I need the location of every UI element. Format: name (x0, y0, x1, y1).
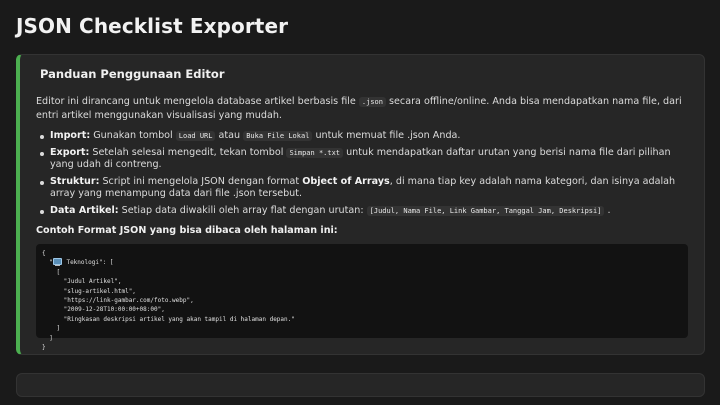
load-url-code: Load URL (175, 131, 216, 141)
code-line: ] (42, 325, 61, 333)
feature-label: Export: (50, 146, 90, 158)
feature-label: Import: (50, 130, 91, 141)
feature-label: Struktur: (50, 175, 100, 187)
feature-text: Gunakan tombol (90, 130, 176, 141)
code-line: "https://link-gambar.com/foto.webp", (42, 297, 194, 305)
feature-text: Setiap data diwakili oleh array flat den… (118, 204, 367, 216)
computer-icon (52, 258, 62, 267)
bottom-panel (16, 373, 705, 397)
feature-emphasis: Object of Arrays (302, 175, 390, 187)
feature-item-import: Import: Gunakan tombol Load URL atau Buk… (40, 130, 688, 143)
save-txt-code: Simpan *.txt (286, 147, 344, 158)
intro-text: Editor ini dirancang untuk mengelola dat… (36, 95, 688, 122)
file-extension-code: .json (358, 97, 386, 107)
feature-item-article-data: Data Artikel: Setiap data diwakili oleh … (40, 205, 688, 218)
page-title: JSON Checklist Exporter (16, 14, 289, 38)
feature-item-export: Export: Setelah selesai mengedit, tekan … (40, 147, 688, 172)
code-line: "2009-12-28T10:00:00+08:00", (42, 306, 165, 314)
code-line: } (42, 344, 46, 352)
feature-text: Setelah selesai mengedit, tekan tombol (89, 146, 287, 158)
feature-text: . (604, 204, 611, 216)
json-example-code: { " Teknologi": [ [ "Judul Artikel", "sl… (36, 244, 688, 351)
open-local-file-code: Buka File Lokal (243, 131, 313, 141)
intro-text-part: Editor ini dirancang untuk mengelola dat… (36, 96, 359, 107)
code-line: "Judul Artikel", (42, 278, 122, 286)
array-order-code: [Judul, Nama File, Link Gambar, Tanggal … (366, 205, 605, 216)
code-line: " (42, 259, 53, 267)
guide-panel: Panduan Penggunaan Editor Editor ini dir… (16, 54, 705, 355)
code-line: "slug-artikel.html", (42, 287, 136, 295)
feature-list: Import: Gunakan tombol Load URL atau Buk… (36, 130, 688, 217)
feature-item-structure: Struktur: Script ini mengelola JSON deng… (40, 176, 688, 201)
code-line: { (42, 250, 46, 257)
feature-text: Script ini mengelola JSON dengan format (99, 175, 303, 187)
feature-text: atau (215, 130, 244, 141)
feature-label: Data Artikel: (50, 204, 119, 216)
code-line: [ (42, 268, 61, 276)
example-heading: Contoh Format JSON yang bisa dibaca oleh… (36, 225, 338, 236)
feature-text: untuk memuat file .json Anda. (312, 130, 461, 141)
code-line: ] (42, 334, 53, 342)
guide-heading: Panduan Penggunaan Editor (40, 67, 225, 81)
code-line: "Ringkasan deskripsi artikel yang akan t… (42, 315, 295, 323)
code-line: Teknologi": [ (62, 259, 114, 267)
